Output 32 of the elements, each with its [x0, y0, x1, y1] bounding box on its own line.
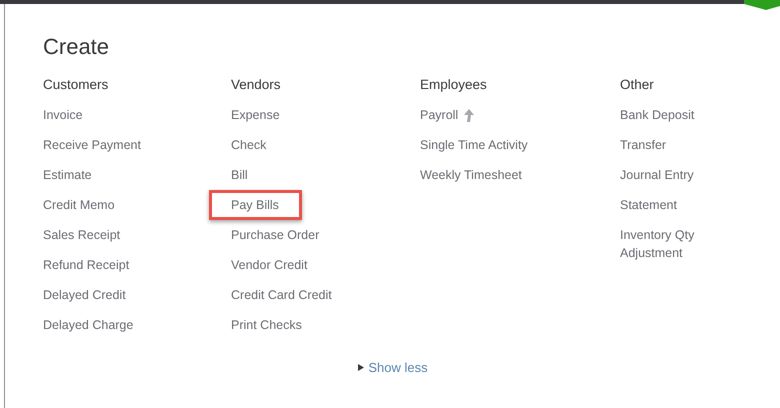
dialog-title: Create [43, 34, 110, 60]
menu-link[interactable]: Invoice [21, 100, 106, 130]
column-heading: Employees [420, 76, 487, 94]
menu-link[interactable]: Vendor Credit [209, 250, 330, 280]
menu-link[interactable]: Sales Receipt [21, 220, 144, 250]
menu-link[interactable]: Inventory Qty Adjustment [598, 220, 738, 268]
menu-link[interactable]: Delayed Charge [21, 310, 156, 340]
menu-link[interactable]: Estimate [21, 160, 115, 190]
menu-link[interactable]: Statement [598, 190, 700, 220]
menu-link[interactable]: Pay Bills [209, 190, 302, 220]
menu-link[interactable]: Single Time Activity [398, 130, 551, 160]
menu-link[interactable]: Print Checks [209, 310, 325, 340]
menu-link[interactable]: Weekly Timesheet [398, 160, 545, 190]
corner-tab [744, 0, 780, 10]
column-heading: Customers [43, 76, 108, 94]
menu-link[interactable]: Expense [209, 100, 303, 130]
menu-link[interactable]: Bill [209, 160, 271, 190]
menu-link[interactable]: Credit Memo [21, 190, 138, 220]
menu-link[interactable]: Transfer [598, 130, 690, 160]
menu-link[interactable]: Receive Payment [21, 130, 164, 160]
column-heading: Other [620, 76, 654, 94]
menu-link[interactable]: Check [209, 130, 290, 160]
menu-link[interactable]: Refund Receipt [21, 250, 152, 280]
menu-link[interactable]: Delayed Credit [21, 280, 149, 310]
menu-link[interactable]: Journal Entry [598, 160, 717, 190]
menu-link[interactable]: Credit Card Credit [209, 280, 355, 310]
menu-link[interactable]: Bank Deposit [598, 100, 718, 130]
caret-icon [358, 364, 364, 371]
column-heading: Vendors [231, 76, 281, 94]
menu-link[interactable]: Purchase Order [209, 220, 342, 250]
menu-link[interactable]: Payroll [398, 100, 498, 130]
show-less-link[interactable]: Show less [368, 360, 428, 375]
